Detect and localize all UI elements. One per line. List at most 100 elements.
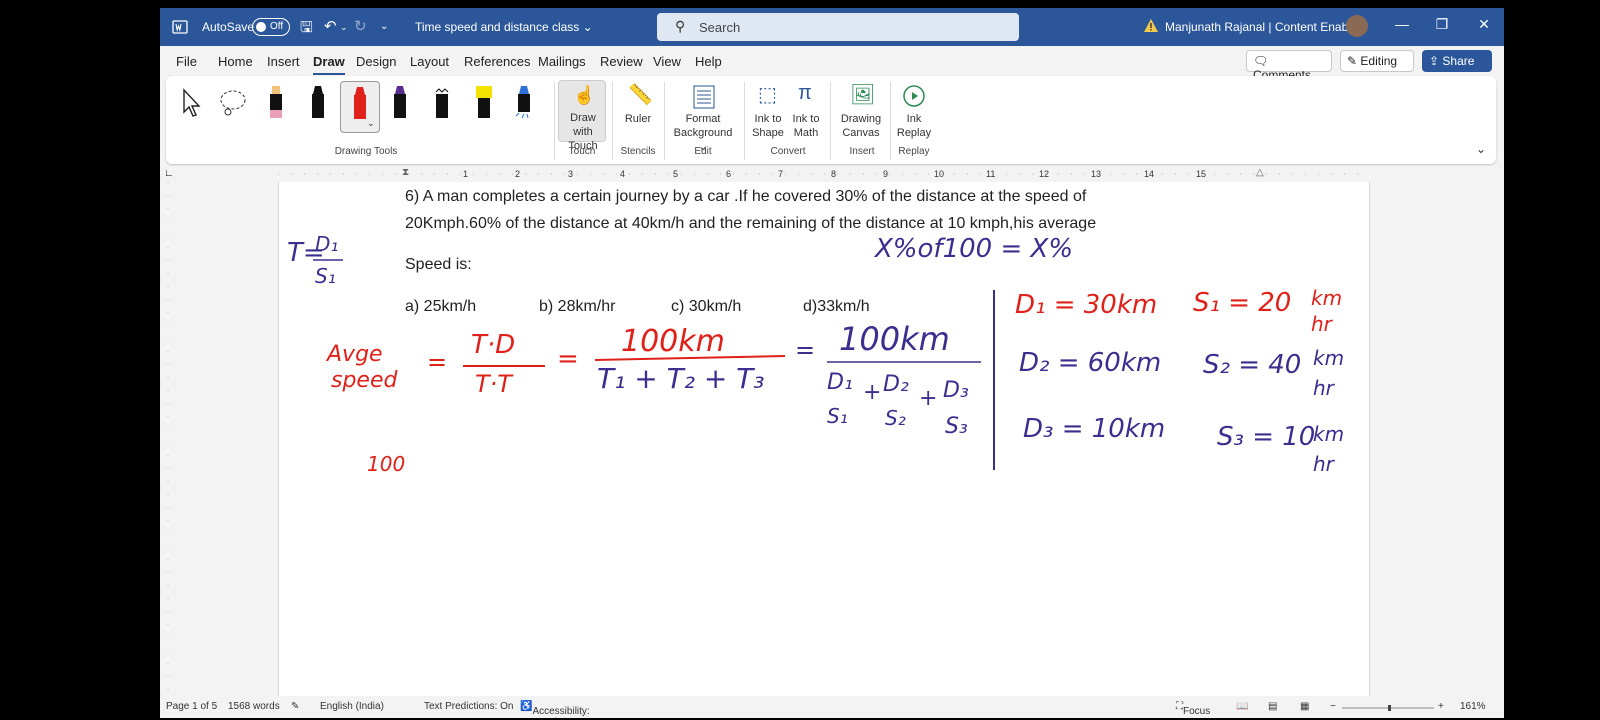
document-page[interactable]: 6) A man completes a certain journey by … bbox=[278, 182, 1370, 696]
print-layout-icon[interactable]: ▤ bbox=[1268, 701, 1277, 712]
tab-draw[interactable]: Draw bbox=[313, 54, 345, 75]
ruler-number: 13 bbox=[1091, 169, 1102, 179]
ink-s2: S₂ bbox=[885, 406, 906, 430]
ink-to-math-button[interactable]: π Ink to Math bbox=[788, 82, 824, 142]
right-indent-marker-icon[interactable]: △ bbox=[1256, 167, 1264, 178]
pen-black-icon[interactable] bbox=[306, 84, 330, 122]
ink-fraction-bar bbox=[463, 365, 545, 367]
ink-to-shape-label-2: Shape bbox=[752, 127, 784, 139]
ink-to-math-label-2: Math bbox=[793, 127, 819, 139]
ruler-number: 3 bbox=[568, 169, 574, 179]
ink-t-formula-den: S₁ bbox=[315, 264, 336, 288]
undo-icon[interactable]: ↶ bbox=[324, 17, 337, 35]
option-c: c) 30km/h bbox=[671, 298, 742, 315]
ink-td-numerator: T·D bbox=[471, 330, 516, 360]
tab-view[interactable]: View bbox=[653, 54, 681, 69]
autosave-label: AutoSave bbox=[202, 20, 255, 34]
ruler-number: 10 bbox=[934, 169, 945, 179]
tab-layout[interactable]: Layout bbox=[410, 54, 449, 69]
drawing-canvas-button[interactable]: 🖼 Drawing Canvas bbox=[836, 82, 886, 142]
language[interactable]: English (India) bbox=[320, 701, 384, 712]
ruler-number: 12 bbox=[1039, 169, 1050, 179]
drawing-canvas-icon: 🖼 bbox=[850, 84, 876, 106]
ribbon-collapse-icon[interactable]: ⌄ bbox=[1476, 142, 1486, 156]
tab-mailings[interactable]: Mailings bbox=[538, 54, 586, 69]
page-count[interactable]: Page 1 of 5 bbox=[166, 701, 217, 712]
search-box[interactable]: ⚲ Search bbox=[657, 13, 1019, 41]
select-cursor-icon[interactable] bbox=[178, 88, 208, 118]
web-layout-icon[interactable]: ▦ bbox=[1300, 701, 1309, 712]
group-label-convert: Convert bbox=[770, 146, 806, 157]
action-pen-icon[interactable] bbox=[512, 84, 536, 122]
tab-help[interactable]: Help bbox=[695, 54, 722, 69]
format-background-icon bbox=[693, 85, 715, 109]
tab-selector-icon[interactable]: ∟ bbox=[164, 168, 174, 179]
user-avatar[interactable] bbox=[1346, 15, 1368, 37]
warning-icon[interactable] bbox=[1143, 18, 1159, 34]
word-count[interactable]: 1568 words bbox=[228, 701, 280, 712]
ruler-button[interactable]: 📏 Ruler bbox=[618, 82, 658, 142]
highlighter-yellow-icon[interactable] bbox=[472, 84, 496, 122]
ruler-number: 8 bbox=[831, 169, 837, 179]
autosave-toggle[interactable]: Off bbox=[252, 18, 290, 36]
document-title[interactable]: Time speed and distance class ⌄ bbox=[415, 20, 593, 34]
group-label-edit: Edit bbox=[694, 146, 712, 157]
accessibility-status[interactable]: ♿ Accessibility: Good to go bbox=[520, 701, 590, 718]
tab-insert[interactable]: Insert bbox=[267, 54, 300, 69]
redo-icon[interactable]: ↻ bbox=[354, 17, 367, 35]
ink-to-shape-button[interactable]: ⬚ Ink to Shape bbox=[750, 82, 786, 142]
format-background-label-1: Format bbox=[685, 113, 721, 125]
focus-button[interactable]: ⛶ Focus bbox=[1176, 701, 1210, 717]
tab-design[interactable]: Design bbox=[356, 54, 396, 69]
customize-qat-icon[interactable]: ⌄ bbox=[380, 21, 388, 32]
format-background-button[interactable]: Format Background ⌄ bbox=[668, 82, 738, 153]
save-icon[interactable]: 🖫 bbox=[300, 17, 313, 42]
draw-ribbon: ⌄ Drawing Tools ☝ Draw with Touch Touch 📏… bbox=[166, 76, 1496, 164]
read-mode-icon[interactable]: 📖 bbox=[1236, 701, 1248, 712]
zoom-in-icon[interactable]: + bbox=[1438, 701, 1444, 712]
ruler-number: 2 bbox=[515, 169, 521, 179]
indent-marker-icon[interactable]: ⧗ bbox=[402, 167, 409, 178]
ink-replay-label-2: Replay bbox=[896, 127, 932, 139]
pen-pink-icon[interactable] bbox=[264, 84, 288, 122]
ruler-number: 9 bbox=[883, 169, 889, 179]
selected-pen-frame[interactable]: ⌄ bbox=[340, 81, 380, 133]
ink-to-shape-label-1: Ink to bbox=[754, 113, 782, 125]
horizontal-ruler[interactable]: ∟ ⧗ △ 1 2 3 4 5 6 7 8 9 10 11 12 13 14 1… bbox=[160, 166, 1504, 182]
option-b: b) 28km/hr bbox=[539, 298, 616, 315]
tab-file[interactable]: File bbox=[176, 54, 197, 69]
separator bbox=[612, 82, 613, 160]
lasso-select-icon[interactable] bbox=[218, 88, 248, 118]
ink-equals-1: = bbox=[427, 348, 448, 376]
pen-dropdown-icon[interactable]: ⌄ bbox=[367, 118, 375, 129]
draw-with-touch-button[interactable]: ☝ Draw with Touch bbox=[558, 80, 606, 152]
tab-review[interactable]: Review bbox=[600, 54, 643, 69]
minimize-icon[interactable]: — bbox=[1392, 16, 1412, 32]
ink-replay-button[interactable]: Ink Replay bbox=[894, 82, 934, 142]
tab-references[interactable]: References bbox=[464, 54, 530, 69]
close-icon[interactable]: ✕ bbox=[1474, 16, 1494, 33]
user-name[interactable]: Manjunath Rajanal | Content Enablers bbox=[1165, 20, 1368, 34]
ink-s3-unit-den: hr bbox=[1313, 452, 1334, 476]
tab-home[interactable]: Home bbox=[218, 54, 253, 69]
word-window: AutoSave Off 🖫 ↶ ⌄ ↻ ⌄ Time speed and di… bbox=[160, 8, 1504, 718]
editing-button[interactable]: ✎ Editing ⌄ bbox=[1340, 50, 1414, 82]
text-predictions[interactable]: Text Predictions: On bbox=[424, 701, 513, 712]
drawing-canvas-label-2: Canvas bbox=[842, 127, 880, 139]
share-button[interactable]: ⇪ Share ⌄ bbox=[1422, 50, 1492, 82]
ink-plus-2: + bbox=[919, 386, 938, 411]
restore-icon[interactable]: ❐ bbox=[1432, 16, 1452, 33]
ink-s2-value: S₂ = 40 bbox=[1203, 350, 1302, 380]
pencil-black-icon[interactable] bbox=[430, 84, 454, 122]
ruler-number: 15 bbox=[1196, 169, 1207, 179]
ruler-number: 14 bbox=[1144, 169, 1155, 179]
zoom-slider[interactable] bbox=[1342, 705, 1434, 711]
zoom-level[interactable]: 161% bbox=[1460, 701, 1486, 712]
undo-dropdown-icon[interactable]: ⌄ bbox=[340, 22, 348, 33]
zoom-out-icon[interactable]: − bbox=[1330, 701, 1336, 712]
ink-d1: D₁ bbox=[827, 370, 853, 395]
pen-purple-icon[interactable] bbox=[388, 84, 412, 122]
separator bbox=[664, 82, 665, 160]
comments-button[interactable]: 🗨 Comments bbox=[1246, 50, 1332, 82]
proofing-icon[interactable]: ✎ bbox=[291, 701, 299, 712]
